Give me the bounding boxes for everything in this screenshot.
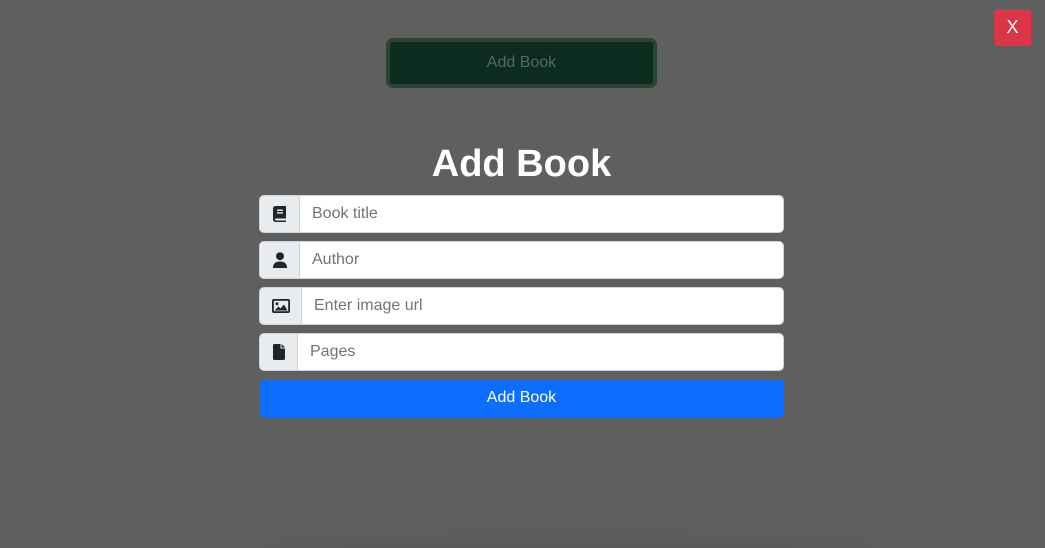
image-url-input[interactable] [301,287,784,325]
close-button[interactable]: X [994,9,1031,46]
author-input[interactable] [299,241,784,279]
author-field [259,241,784,279]
image-url-field [259,287,784,325]
pages-field [259,333,784,371]
book-title-field [259,195,784,233]
image-icon [259,287,301,325]
form-title: Add Book [431,143,612,185]
book-title-input[interactable] [299,195,784,233]
user-icon [259,241,299,279]
modal-bottom-shadow [260,540,880,548]
background-add-book-button: Add Book [386,38,657,88]
modal-overlay: Add Book X Add Book Book title Author En… [0,0,1045,548]
book-icon [259,195,299,233]
pages-input[interactable] [297,333,784,371]
add-book-submit-button[interactable]: Add Book [259,379,784,417]
file-icon [259,333,297,371]
